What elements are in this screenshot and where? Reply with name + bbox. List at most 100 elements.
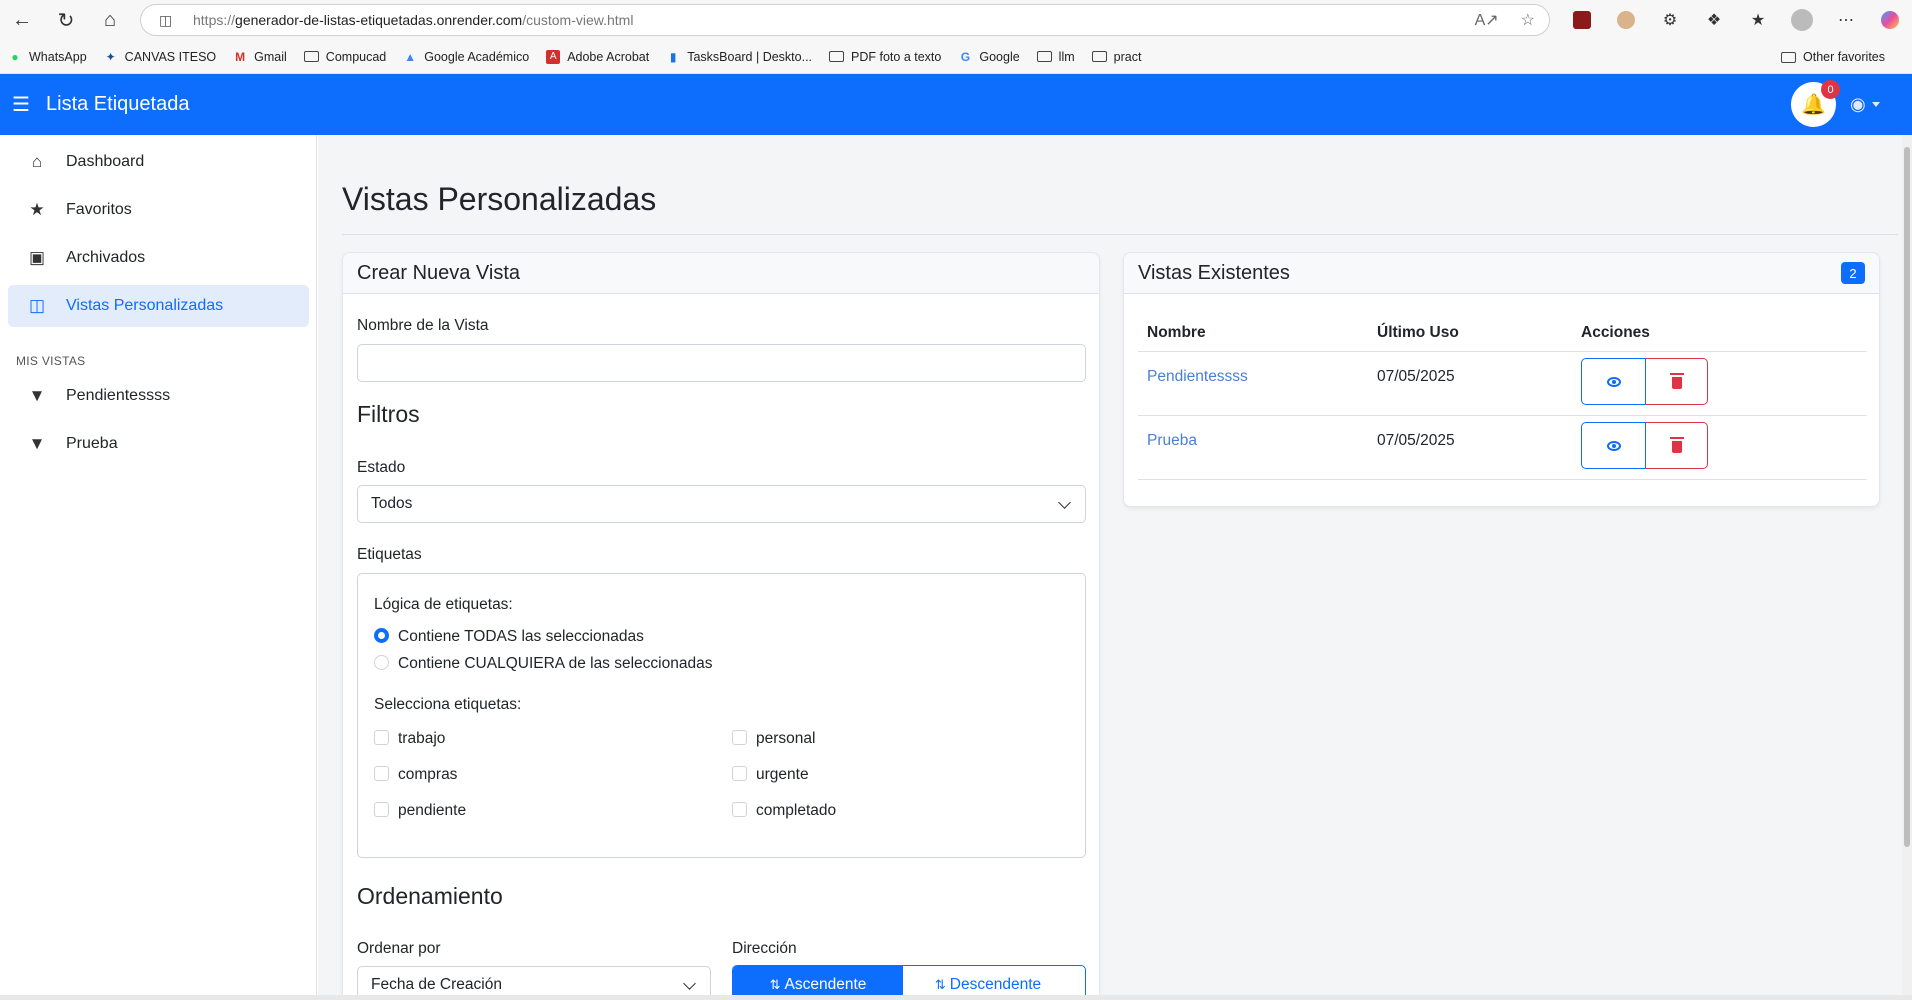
tag-label: urgente <box>756 766 809 783</box>
folder-icon <box>1036 51 1052 62</box>
chevron-down-icon <box>683 977 696 990</box>
whatsapp-icon: ● <box>11 49 19 64</box>
ublock-icon[interactable] <box>1560 0 1604 40</box>
delete-button[interactable] <box>1646 422 1708 469</box>
tag-logic-label: Lógica de etiquetas: <box>374 596 513 613</box>
bookmark-canvas[interactable]: ✦ CANVAS ITESO <box>104 49 217 64</box>
sidebar-item-label: Dashboard <box>66 153 145 170</box>
tag-label: compras <box>398 766 458 783</box>
bookmark-acrobat[interactable]: A Adobe Acrobat <box>546 49 649 64</box>
settings-gear-icon[interactable]: ⚙ <box>1648 0 1692 40</box>
favorites-list-icon[interactable]: ★ <box>1736 0 1780 40</box>
copilot-icon[interactable] <box>1868 0 1912 40</box>
sidebar-item-dashboard[interactable]: ⌂ Dashboard <box>8 141 309 183</box>
notifications-button[interactable]: 🔔 0 <box>1791 80 1840 127</box>
tags-panel: Lógica de etiquetas: Contiene TODAS las … <box>357 573 1086 858</box>
back-icon[interactable]: ← <box>0 0 44 40</box>
estado-select[interactable]: Todos <box>357 485 1086 523</box>
sidebar-view-pendientessss[interactable]: ▼ Pendientessss <box>8 375 309 417</box>
column-header-nombre: Nombre <box>1147 324 1206 341</box>
trash-icon <box>1669 373 1684 389</box>
bookmark-pdf-foto[interactable]: PDF foto a texto <box>829 50 941 64</box>
logic-any-label: Contiene CUALQUIERA de las seleccionadas <box>398 655 713 672</box>
sidebar-item-vistas-personalizadas[interactable]: ◫ Vistas Personalizadas <box>8 285 309 327</box>
profile-avatar-icon[interactable] <box>1780 0 1824 40</box>
reload-icon[interactable]: ↻ <box>44 0 88 40</box>
select-tags-label: Selecciona etiquetas: <box>374 696 522 713</box>
page-scrollbar[interactable] <box>1902 135 1912 995</box>
sidebar-item-label: Archivados <box>66 249 146 266</box>
tag-urgente-checkbox[interactable] <box>732 766 747 781</box>
column-header-acciones: Acciones <box>1581 324 1650 341</box>
logic-all-label: Contiene TODAS las seleccionadas <box>398 628 644 645</box>
table-divider <box>1138 415 1867 416</box>
order-by-value: Fecha de Creación <box>371 976 502 993</box>
row-actions <box>1581 358 1708 405</box>
logic-any-radio[interactable] <box>374 655 389 670</box>
acrobat-icon: A <box>546 49 561 64</box>
estado-label: Estado <box>357 459 406 476</box>
bookmark-google[interactable]: G Google <box>958 49 1020 64</box>
bookmark-llm[interactable]: llm <box>1036 50 1075 64</box>
table-divider <box>1138 351 1867 352</box>
logic-all-radio[interactable] <box>374 628 389 643</box>
view-row-name-link[interactable]: Pendientessss <box>1147 368 1248 386</box>
sidebar-item-archivados[interactable]: ▣ Archivados <box>8 237 309 279</box>
list-check-icon: ☰ <box>12 94 30 116</box>
bell-icon: 🔔 <box>1801 94 1826 116</box>
url-prefix: https:// <box>193 12 236 28</box>
brand[interactable]: ☰ Lista Etiquetada <box>0 92 189 117</box>
star-icon: ★ <box>29 200 45 219</box>
bookmark-whatsapp[interactable]: ● WhatsApp <box>8 49 86 64</box>
caret-down-icon <box>1871 102 1880 107</box>
scrollbar-thumb[interactable] <box>1904 147 1910 847</box>
sidebar-view-prueba[interactable]: ▼ Prueba <box>8 423 309 465</box>
lock-icon: ◫ <box>159 11 173 28</box>
extensions-puzzle-icon[interactable]: ❖ <box>1692 0 1736 40</box>
scholar-icon: ▲ <box>404 49 417 64</box>
bookmark-tasksboard[interactable]: ▮ TasksBoard | Deskto... <box>666 50 812 64</box>
views-count-badge: 2 <box>1841 262 1865 284</box>
sidebar-section-heading: MIS VISTAS <box>16 354 86 368</box>
address-bar[interactable]: ◫ https://generador-de-listas-etiquetada… <box>140 4 1550 36</box>
sidebar-item-label: Prueba <box>66 435 118 452</box>
row-actions <box>1581 422 1708 469</box>
user-menu[interactable]: ◉ <box>1850 94 1880 115</box>
notification-badge: 0 <box>1821 80 1840 99</box>
bookmark-scholar[interactable]: ▲ Google Académico <box>403 50 529 64</box>
filters-heading: Filtros <box>357 401 420 427</box>
favorite-star-icon[interactable]: ☆ <box>1521 10 1535 30</box>
bookmarks-bar: ● WhatsApp ✦ CANVAS ITESO M Gmail Compucad … <box>0 40 1912 74</box>
bookmark-pract[interactable]: pract <box>1091 50 1141 64</box>
user-circle-icon: ◉ <box>1850 94 1866 114</box>
tag-personal-checkbox[interactable] <box>732 730 747 745</box>
view-button[interactable] <box>1581 422 1646 469</box>
brand-title: Lista Etiquetada <box>46 93 190 115</box>
bookmark-gmail[interactable]: M Gmail <box>233 50 287 64</box>
extension-avatar-icon[interactable] <box>1604 0 1648 40</box>
view-row-name-link[interactable]: Prueba <box>1147 432 1197 450</box>
existing-views-card: Vistas Existentes 2 Nombre Último Uso Ac… <box>1123 252 1880 507</box>
folder-icon <box>829 51 845 62</box>
tag-compras-checkbox[interactable] <box>374 766 389 781</box>
bookmark-compucad[interactable]: Compucad <box>303 50 386 64</box>
filter-icon: ▼ <box>28 386 46 405</box>
tag-trabajo-checkbox[interactable] <box>374 730 389 745</box>
read-aloud-icon[interactable]: A↗ <box>1475 10 1499 30</box>
tag-completado-checkbox[interactable] <box>732 802 747 817</box>
more-menu-icon[interactable]: ⋯ <box>1824 0 1868 40</box>
sidebar-item-favoritos[interactable]: ★ Favoritos <box>8 189 309 231</box>
create-view-card-header: Crear Nueva Vista <box>343 253 1099 294</box>
column-header-ultimo-uso: Último Uso <box>1377 324 1459 341</box>
view-name-input[interactable] <box>357 344 1086 382</box>
sidebar-item-label: Favoritos <box>66 201 132 218</box>
existing-views-title: Vistas Existentes <box>1138 261 1290 284</box>
delete-button[interactable] <box>1646 358 1708 405</box>
other-favorites[interactable]: Other favorites <box>1781 40 1885 74</box>
google-icon: G <box>960 49 971 64</box>
view-button[interactable] <box>1581 358 1646 405</box>
tag-pendiente-checkbox[interactable] <box>374 802 389 817</box>
canvas-icon: ✦ <box>105 49 116 64</box>
home-icon[interactable]: ⌂ <box>88 0 132 40</box>
estado-value: Todos <box>371 495 413 512</box>
